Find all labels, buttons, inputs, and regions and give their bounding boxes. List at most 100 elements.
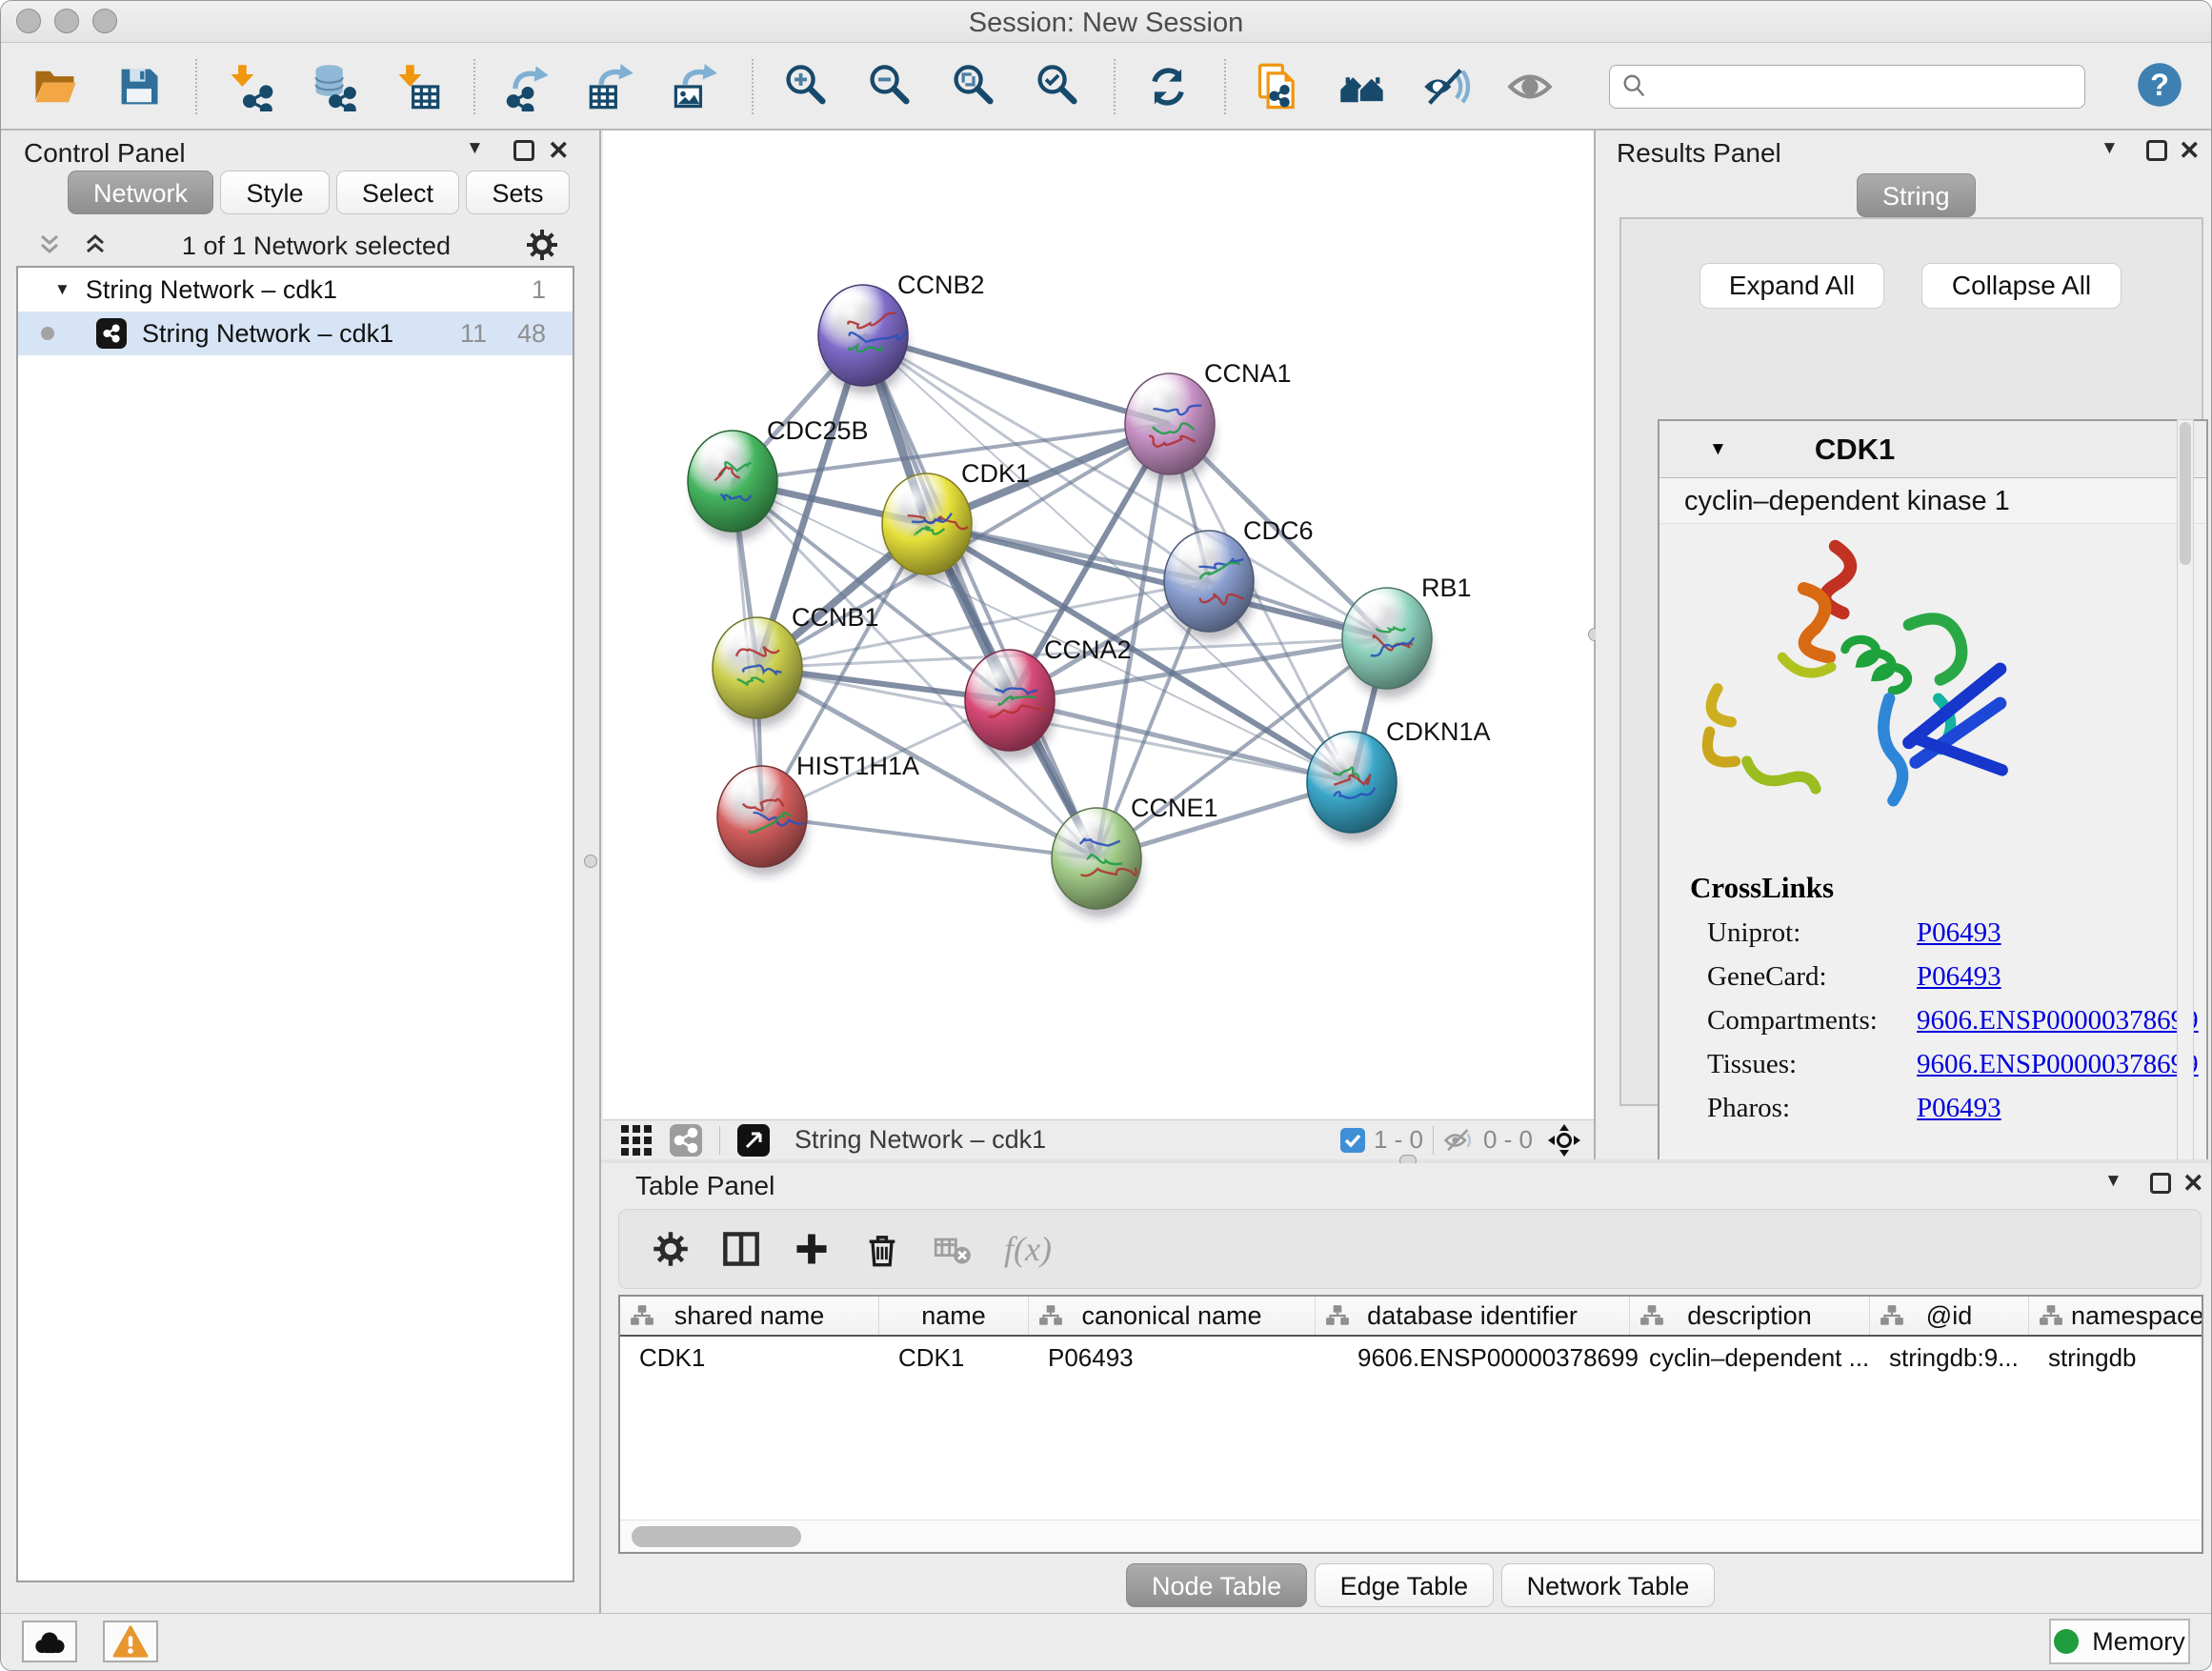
crosslink-link[interactable]: P06493 <box>1917 961 2001 993</box>
show-all-button[interactable] <box>1502 56 1558 117</box>
expand-all-button[interactable]: Expand All <box>1699 263 1884 309</box>
save-session-button[interactable] <box>111 56 167 117</box>
network-node-CDC6[interactable]: CDC6 <box>1164 516 1314 640</box>
network-list-toolbar: 1 of 1 Network selected <box>16 226 574 266</box>
show-columns-button[interactable] <box>722 1230 760 1268</box>
control-panel-menu-button[interactable]: ▼ <box>466 138 484 159</box>
create-column-button[interactable] <box>793 1230 831 1268</box>
warnings-button[interactable] <box>103 1621 158 1662</box>
results-panel-menu-button[interactable]: ▼ <box>2101 138 2119 159</box>
zoom-out-button[interactable] <box>862 56 917 117</box>
selected-checkbox-icon[interactable] <box>1339 1127 1366 1154</box>
network-node-RB1[interactable]: RB1 <box>1342 574 1472 697</box>
open-session-button[interactable] <box>28 56 83 117</box>
help-button[interactable]: ? <box>2135 60 2184 112</box>
expand-all-networks-button[interactable] <box>37 232 62 260</box>
table-horizontal-scrollbar[interactable] <box>620 1520 2202 1552</box>
network-node-CCNA2[interactable]: CCNA2 <box>965 635 1132 759</box>
string-query-button[interactable] <box>1335 56 1390 117</box>
network-node-CCNB2[interactable]: CCNB2 <box>818 271 985 394</box>
refresh-button[interactable] <box>1140 56 1196 117</box>
duplicate-network-button[interactable] <box>1251 56 1306 117</box>
cloud-status-button[interactable] <box>22 1621 77 1662</box>
collapse-triangle-icon[interactable]: ▼ <box>1709 439 1727 460</box>
network-view-canvas[interactable]: CCNB2CCNA1CDC25BCDK1CDC6RB1CCNB1CCNA2CDK… <box>603 131 1594 1119</box>
export-table-button[interactable] <box>584 56 639 117</box>
network-collection-row[interactable]: ▼ String Network – cdk1 1 <box>18 268 573 312</box>
tab-edge-table[interactable]: Edge Table <box>1315 1563 1495 1607</box>
import-network-file-button[interactable] <box>222 56 277 117</box>
network-edge[interactable] <box>762 816 1096 858</box>
collapse-triangle-icon[interactable]: ▼ <box>54 280 70 299</box>
cell-canonical-name[interactable]: P06493 <box>1029 1337 1316 1379</box>
collapse-all-networks-button[interactable] <box>83 232 108 260</box>
delete-table-button[interactable] <box>934 1230 972 1268</box>
cell-namespace[interactable]: stringdb <box>2029 1337 2203 1379</box>
network-edge[interactable] <box>863 335 1170 424</box>
tab-sets[interactable]: Sets <box>466 171 569 214</box>
crosslink-row: Uniprot: P06493 <box>1690 911 2206 955</box>
tab-string[interactable]: String <box>1857 173 1976 217</box>
control-panel-close-button[interactable]: ✕ <box>548 136 570 166</box>
network-node-CCNB1[interactable]: CCNB1 <box>713 603 879 727</box>
crosslink-link[interactable]: 9606.ENSP00000378699 <box>1917 1005 2199 1037</box>
results-panel-close-button[interactable]: ✕ <box>2179 136 2201 166</box>
delete-column-button[interactable] <box>863 1230 901 1268</box>
function-builder-button[interactable]: f(x) <box>1004 1229 1052 1269</box>
column-header-name[interactable]: name <box>879 1297 1029 1335</box>
crosslink-link[interactable]: 9606.ENSP00000378699 <box>1917 1049 2199 1080</box>
memory-button[interactable]: Memory <box>2049 1619 2190 1664</box>
network-row[interactable]: String Network – cdk1 11 48 <box>18 312 573 355</box>
cell-id[interactable]: stringdb:9... <box>1870 1337 2029 1379</box>
table-settings-button[interactable] <box>652 1230 690 1268</box>
import-table-file-button[interactable] <box>390 56 445 117</box>
network-node-CDC25B[interactable]: CDC25B <box>688 416 869 540</box>
hide-selected-button[interactable] <box>1418 56 1474 117</box>
results-panel-float-button[interactable] <box>2146 140 2167 161</box>
tab-network-table[interactable]: Network Table <box>1501 1563 1716 1607</box>
export-image-button[interactable] <box>668 56 723 117</box>
control-panel-float-button[interactable] <box>513 140 534 161</box>
crosslink-link[interactable]: P06493 <box>1917 1093 2001 1124</box>
network-node-CCNE1[interactable]: CCNE1 <box>1052 794 1218 917</box>
memory-label: Memory <box>2092 1627 2185 1657</box>
splitter-handle[interactable] <box>584 855 597 868</box>
column-header-namespace[interactable]: namespace <box>2029 1297 2203 1335</box>
tab-select[interactable]: Select <box>336 171 459 214</box>
zoom-fit-button[interactable] <box>946 56 1001 117</box>
collapse-all-button[interactable]: Collapse All <box>1921 263 2122 309</box>
network-icon-button[interactable] <box>670 1124 702 1157</box>
zoom-selected-button[interactable] <box>1030 56 1085 117</box>
cell-database-identifier[interactable]: 9606.ENSP00000378699 <box>1316 1337 1630 1379</box>
tab-node-table[interactable]: Node Table <box>1126 1563 1307 1607</box>
results-scrollbar[interactable] <box>2177 419 2194 1176</box>
cell-name[interactable]: CDK1 <box>879 1337 1029 1379</box>
column-header-description[interactable]: description <box>1630 1297 1870 1335</box>
table-panel-menu-button[interactable]: ▼ <box>2104 1171 2122 1192</box>
table-panel-close-button[interactable]: ✕ <box>2182 1169 2204 1198</box>
tab-style[interactable]: Style <box>220 171 329 214</box>
detach-view-button[interactable] <box>737 1124 770 1157</box>
table-panel-float-button[interactable] <box>2150 1173 2171 1194</box>
cell-description[interactable]: cyclin–dependent ... <box>1630 1337 1870 1379</box>
crosslink-link[interactable]: P06493 <box>1917 917 2001 949</box>
gene-entry-header[interactable]: ▼ CDK1 <box>1659 421 2206 478</box>
column-header-database-identifier[interactable]: database identifier <box>1316 1297 1630 1335</box>
column-header-canonical-name[interactable]: canonical name <box>1029 1297 1316 1335</box>
network-node-HIST1H1A[interactable]: HIST1H1A <box>717 752 919 876</box>
tab-network[interactable]: Network <box>68 171 213 214</box>
birds-eye-view-button[interactable] <box>1548 1124 1580 1157</box>
scrollbar-thumb[interactable] <box>2180 422 2191 565</box>
column-header-shared-name[interactable]: shared name <box>620 1297 879 1335</box>
scrollbar-thumb[interactable] <box>632 1526 801 1547</box>
network-options-gear-button[interactable] <box>525 228 559 265</box>
search-input[interactable] <box>1656 68 2084 106</box>
cell-shared-name[interactable]: CDK1 <box>620 1337 879 1379</box>
column-header-id[interactable]: @id <box>1870 1297 2029 1335</box>
zoom-in-button[interactable] <box>778 56 834 117</box>
import-network-database-button[interactable] <box>306 56 361 117</box>
network-node-CDKN1A[interactable]: CDKN1A <box>1307 717 1491 841</box>
grid-view-button[interactable] <box>620 1124 653 1157</box>
table-row[interactable]: CDK1 CDK1 P06493 9606.ENSP00000378699 cy… <box>620 1337 2203 1379</box>
export-network-button[interactable] <box>500 56 555 117</box>
